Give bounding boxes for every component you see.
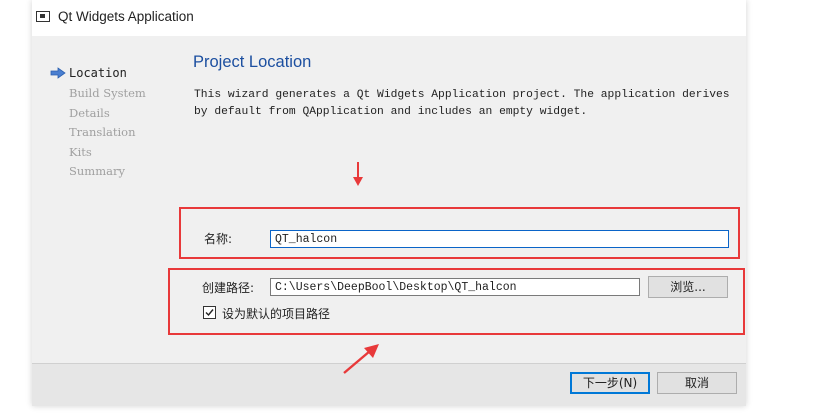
page-title: Project Location <box>193 53 312 71</box>
window-icon <box>36 11 50 22</box>
window-title: Qt Widgets Application <box>58 9 194 24</box>
step-location: Location <box>69 66 127 80</box>
step-details: Details <box>69 106 110 120</box>
wizard-window: Qt Widgets Application Location Build Sy… <box>32 0 746 406</box>
step-summary: Summary <box>69 164 125 178</box>
step-translation: Translation <box>69 125 136 139</box>
down-arrow-annotation-icon <box>353 162 363 186</box>
next-button[interactable]: 下一步(N) <box>570 372 650 394</box>
up-arrow-annotation-icon <box>343 344 379 374</box>
title-bar: Qt Widgets Application <box>32 0 746 36</box>
cancel-button[interactable]: 取消 <box>657 372 737 394</box>
current-step-arrow-icon <box>50 67 66 79</box>
step-kits: Kits <box>69 145 92 159</box>
name-highlight-box <box>179 207 740 259</box>
path-highlight-box <box>168 268 745 335</box>
step-build-system: Build System <box>69 86 146 100</box>
page-description: This wizard generates a Qt Widgets Appli… <box>194 89 730 118</box>
